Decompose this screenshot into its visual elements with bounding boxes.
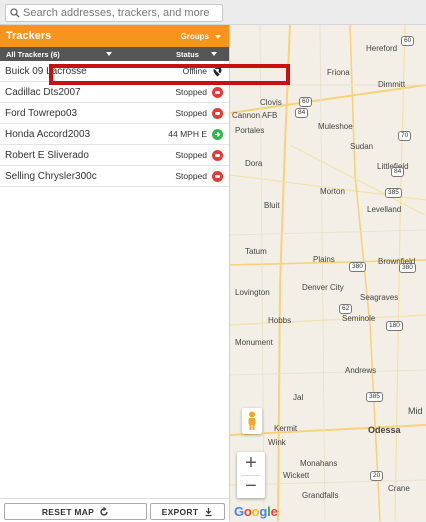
map-area[interactable]: Hereford Friona Dimmitt Clovis Cannon AF… bbox=[230, 25, 426, 521]
map-label: Lovington bbox=[235, 288, 270, 297]
reset-map-label: RESET MAP bbox=[41, 506, 95, 517]
map-label: Wickett bbox=[283, 471, 310, 480]
google-logo: Google bbox=[234, 504, 278, 519]
chevron-down-icon bbox=[210, 52, 217, 56]
zoom-divider bbox=[241, 475, 261, 476]
download-icon bbox=[205, 507, 212, 516]
filter-label: All Trackers (6) bbox=[6, 49, 60, 59]
map-label: Tatum bbox=[245, 247, 267, 256]
tracker-row[interactable]: Honda Accord2003 44 MPH E bbox=[0, 124, 229, 145]
trackers-panel: Trackers Groups All Trackers (6) Status … bbox=[0, 25, 230, 521]
search-icon bbox=[10, 8, 20, 18]
map-label: Morton bbox=[320, 187, 345, 196]
zoom-in-button[interactable]: + bbox=[237, 452, 265, 475]
chevron-down-icon bbox=[105, 52, 112, 56]
map-label: Plains bbox=[313, 255, 335, 264]
route-shield: 180 bbox=[386, 321, 403, 331]
all-trackers-dropdown[interactable]: All Trackers (6) bbox=[0, 50, 134, 59]
panel-header: Trackers Groups bbox=[0, 25, 229, 47]
tracker-row[interactable]: Robert E Sliverado Stopped bbox=[0, 145, 229, 166]
groups-label: Groups bbox=[180, 31, 209, 41]
map-label: Kermit bbox=[274, 424, 298, 433]
tracker-name: Robert E Sliverado bbox=[5, 149, 89, 161]
filter-bar: All Trackers (6) Status bbox=[0, 47, 229, 61]
moving-icon bbox=[212, 128, 223, 140]
chevron-down-icon bbox=[215, 34, 221, 39]
street-view-pegman[interactable] bbox=[242, 408, 262, 434]
map-label: Mid bbox=[408, 406, 423, 416]
map-label: Cannon AFB bbox=[232, 111, 278, 120]
route-shield: 84 bbox=[295, 108, 309, 118]
map-label: Bluit bbox=[264, 201, 280, 210]
map-label: Crane bbox=[388, 484, 410, 493]
top-bar bbox=[0, 0, 426, 25]
reset-map-button[interactable]: RESET MAP bbox=[4, 503, 147, 520]
highlight-box bbox=[49, 64, 290, 85]
panel-footer: RESET MAP EXPORT bbox=[0, 498, 229, 522]
route-shield: 380 bbox=[349, 262, 366, 272]
map-label: Portales bbox=[235, 126, 265, 135]
status-dropdown[interactable]: Status bbox=[176, 50, 217, 59]
zoom-out-button[interactable]: − bbox=[237, 475, 265, 498]
map-label: Seminole bbox=[342, 314, 376, 323]
stopped-icon bbox=[212, 107, 223, 119]
stopped-icon bbox=[212, 149, 223, 161]
map-label: Friona bbox=[327, 68, 350, 77]
tracker-status: Stopped bbox=[175, 87, 207, 97]
tracker-name: Ford Towrepo03 bbox=[5, 107, 78, 119]
tracker-status: Stopped bbox=[175, 108, 207, 118]
panel-title: Trackers bbox=[6, 30, 52, 42]
map-label: Dimmitt bbox=[378, 80, 406, 89]
search-box[interactable] bbox=[5, 4, 223, 22]
pegman-icon bbox=[248, 411, 256, 430]
zoom-control: + − bbox=[237, 452, 265, 498]
route-shield: 20 bbox=[370, 471, 384, 481]
route-shield: 385 bbox=[385, 188, 402, 198]
map-label: Andrews bbox=[345, 366, 377, 375]
tracker-row[interactable]: Selling Chrysler300c Stopped bbox=[0, 166, 229, 187]
tracker-name: Cadillac Dts2007 bbox=[5, 86, 81, 98]
route-shield: 60 bbox=[401, 36, 415, 46]
export-button[interactable]: EXPORT bbox=[150, 503, 225, 520]
map-label: Hereford bbox=[366, 44, 398, 53]
stopped-icon bbox=[212, 86, 223, 98]
stopped-icon bbox=[212, 170, 223, 182]
map-label: Levelland bbox=[367, 205, 402, 214]
map-label: Dora bbox=[245, 159, 263, 168]
map-label: Monument bbox=[235, 338, 273, 347]
groups-dropdown[interactable]: Groups bbox=[181, 32, 221, 41]
map-label: Jal bbox=[293, 393, 304, 402]
map-label: Wink bbox=[268, 438, 286, 447]
status-label: Status bbox=[176, 49, 199, 59]
tracker-status: Stopped bbox=[175, 150, 207, 160]
map-label: Clovis bbox=[260, 98, 282, 107]
tracker-status: 44 MPH E bbox=[168, 129, 207, 139]
export-label: EXPORT bbox=[161, 506, 199, 517]
search-input[interactable] bbox=[20, 7, 218, 19]
map-label: Seagraves bbox=[360, 293, 399, 302]
map-label: Sudan bbox=[350, 142, 374, 151]
map-label: Odessa bbox=[368, 425, 401, 435]
map-label: Monahans bbox=[300, 459, 338, 468]
route-shield: 385 bbox=[366, 392, 383, 402]
refresh-icon bbox=[100, 506, 108, 516]
tracker-row[interactable]: Cadillac Dts2007 Stopped bbox=[0, 82, 229, 103]
route-shield: 84 bbox=[391, 167, 405, 177]
tracker-row[interactable]: Ford Towrepo03 Stopped bbox=[0, 103, 229, 124]
tracker-status: Stopped bbox=[175, 171, 207, 181]
map-label: Grandfalls bbox=[302, 491, 339, 500]
map-label: Hobbs bbox=[268, 316, 292, 325]
route-shield: 60 bbox=[299, 97, 313, 107]
map-label: Denver City bbox=[302, 283, 344, 292]
route-shield: 380 bbox=[399, 263, 416, 273]
tracker-name: Honda Accord2003 bbox=[5, 128, 91, 140]
map-label: Muleshoe bbox=[318, 122, 353, 131]
route-shield: 62 bbox=[339, 304, 353, 314]
route-shield: 70 bbox=[398, 131, 412, 141]
tracker-name: Selling Chrysler300c bbox=[5, 170, 97, 182]
